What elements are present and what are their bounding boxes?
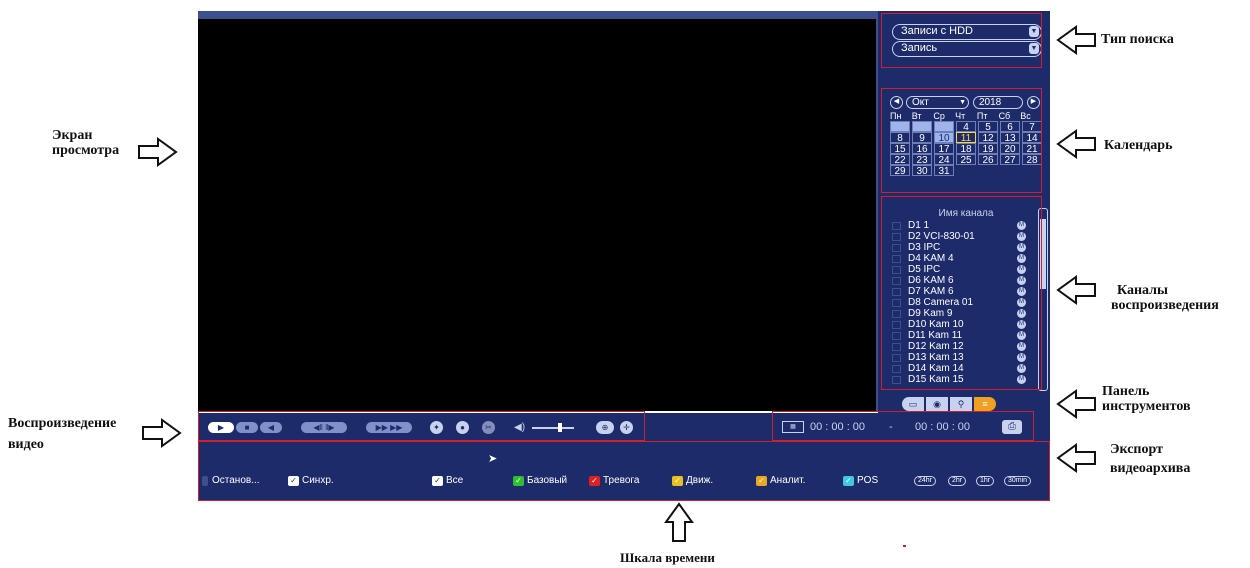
annotation-line: просмотра [52,143,120,158]
export-frame [772,411,1034,441]
annotation-line: Воспроизведение [8,416,117,431]
record-icon[interactable]: ◉ [926,397,948,411]
person-search-icon[interactable]: ⚲ [950,397,972,411]
annotation-line: инструментов [1102,399,1191,414]
channels-frame [881,196,1042,390]
playback-annotation: Воспроизведение видео [8,416,116,452]
calendar-frame [881,88,1042,193]
toolbar-annotation: Панель инструментов [1102,384,1191,414]
list-icon[interactable]: ≡ [974,397,996,411]
export-annotation: Экспорт видеоархива [1110,442,1190,476]
channels-annotation: Каналы воспроизведения [1111,283,1219,313]
search-type-frame [881,13,1042,68]
annotation-line: воспроизведения [1111,298,1219,313]
arrow-left-icon [1056,129,1096,159]
arrow-left-icon [1056,25,1096,55]
red-dot [903,545,906,547]
timeline-frame [198,441,1050,501]
arrow-right-icon [138,137,178,167]
search-camera-icon[interactable]: ▭ [902,397,924,411]
arrow-up-icon [664,502,694,542]
search-type-annotation: Тип поиска [1101,32,1174,47]
annotation-line: Экспорт [1110,442,1163,457]
calendar-annotation: Календарь [1104,138,1173,153]
arrow-left-icon [1056,389,1096,419]
arrow-left-icon [1056,443,1096,473]
view-screen-annotation: Экран просмотра [52,128,119,158]
annotation-line: Экран [52,128,93,143]
annotation-line: видеоархива [1110,461,1191,476]
video-screen[interactable] [198,11,878,411]
annotation-line: видео [8,437,44,452]
arrow-left-icon [1056,275,1096,305]
arrow-right-icon [142,418,182,448]
playback-frame [198,411,645,441]
annotation-line: Каналы [1117,283,1168,298]
timeline-annotation: Шкала времени [620,550,715,565]
annotation-line: Панель [1102,384,1150,399]
